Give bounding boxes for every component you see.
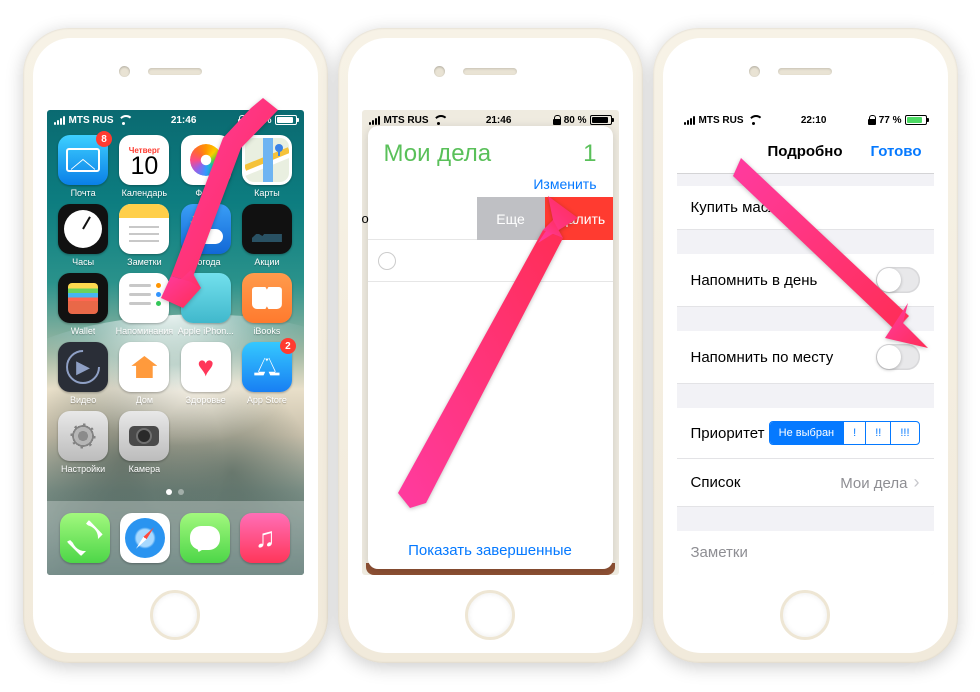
- orientation-lock-icon: [553, 115, 561, 125]
- done-button[interactable]: Готово: [870, 143, 921, 160]
- home-button[interactable]: [780, 590, 830, 640]
- app-settings[interactable]: Настройки: [55, 411, 112, 474]
- list-count: 1: [583, 140, 596, 168]
- battery-icon: [905, 115, 927, 125]
- status-time: 22:10: [801, 115, 827, 126]
- phone-1-homescreen: MTS RUS 21:46 80 % 8Почта Четверг10Кален…: [23, 28, 328, 663]
- screen-reminders: MTS RUS 21:46 80 % Мои дела 1 Изменить о…: [362, 110, 619, 575]
- home-button[interactable]: [465, 590, 515, 640]
- app-appstore[interactable]: 2App Store: [238, 342, 295, 405]
- battery-icon: [275, 115, 297, 125]
- status-bar: MTS RUS 21:46 80 %: [47, 110, 304, 130]
- remind-place-cell[interactable]: Напомнить по месту: [677, 331, 934, 384]
- app-calendar[interactable]: Четверг10Календарь: [116, 135, 173, 198]
- app-stocks[interactable]: Акции: [238, 204, 295, 267]
- chevron-right-icon: ›: [914, 472, 920, 492]
- status-time: 21:46: [171, 115, 197, 126]
- app-health[interactable]: Здоровье: [177, 342, 234, 405]
- reminder-row-empty[interactable]: [368, 240, 613, 282]
- app-notes[interactable]: Заметки: [116, 204, 173, 267]
- reminders-card: Мои дела 1 Изменить о Еще Удалить Показа…: [368, 126, 613, 569]
- priority-cell[interactable]: Приоритет Не выбран ! !! !!!: [677, 408, 934, 459]
- notes-cell[interactable]: Заметки: [677, 531, 934, 575]
- page-dots: [47, 489, 304, 495]
- remind-day-toggle[interactable]: [876, 267, 920, 293]
- show-completed-button[interactable]: Показать завершенные: [368, 542, 613, 559]
- app-camera[interactable]: Камера: [116, 411, 173, 474]
- nav-bar: Подробно Готово: [677, 130, 934, 174]
- app-ibooks[interactable]: iBooks: [238, 273, 295, 336]
- phone-3-detail: MTS RUS 22:10 77 % Подробно Готово Купит…: [653, 28, 958, 663]
- app-grid: 8Почта Четверг10Календарь Фото Карты Час…: [55, 135, 296, 474]
- swipe-delete-button[interactable]: Удалить: [545, 197, 613, 240]
- screen-detail: MTS RUS 22:10 77 % Подробно Готово Купит…: [677, 110, 934, 575]
- remind-place-toggle[interactable]: [876, 344, 920, 370]
- app-generic[interactable]: Apple iPhon...: [177, 273, 234, 336]
- dock-safari[interactable]: [120, 513, 170, 563]
- reminder-row-swiped[interactable]: о Еще Удалить: [368, 198, 613, 240]
- status-bar: MTS RUS 21:46 80 %: [362, 110, 619, 130]
- app-reminders[interactable]: Напоминания: [116, 273, 173, 336]
- nav-title: Подробно: [767, 143, 842, 160]
- priority-segmented[interactable]: Не выбран ! !! !!!: [769, 421, 920, 445]
- status-time: 21:46: [486, 115, 512, 126]
- wifi-icon: [118, 116, 130, 125]
- orientation-lock-icon: [238, 115, 246, 125]
- app-mail[interactable]: 8Почта: [55, 135, 112, 198]
- wifi-icon: [748, 116, 760, 125]
- dock: [47, 501, 304, 575]
- list-title: Мои дела: [384, 140, 492, 168]
- app-wallet[interactable]: Wallet: [55, 273, 112, 336]
- list-cell[interactable]: Список Мои дела›: [677, 459, 934, 507]
- app-photos[interactable]: Фото: [177, 135, 234, 198]
- wifi-icon: [433, 116, 445, 125]
- app-home[interactable]: Дом: [116, 342, 173, 405]
- dock-messages[interactable]: [180, 513, 230, 563]
- app-videos[interactable]: Видео: [55, 342, 112, 405]
- app-clock[interactable]: Часы: [55, 204, 112, 267]
- swipe-more-button[interactable]: Еще: [477, 197, 545, 240]
- battery-icon: [590, 115, 612, 125]
- reminder-title-cell[interactable]: Купить масло: [677, 186, 934, 230]
- remind-day-cell[interactable]: Напомнить в день: [677, 254, 934, 307]
- app-maps[interactable]: Карты: [238, 135, 295, 198]
- screen-home: MTS RUS 21:46 80 % 8Почта Четверг10Кален…: [47, 110, 304, 575]
- app-weather[interactable]: Погода: [177, 204, 234, 267]
- orientation-lock-icon: [868, 115, 876, 125]
- dock-music[interactable]: [240, 513, 290, 563]
- edit-button[interactable]: Изменить: [368, 176, 613, 198]
- status-bar: MTS RUS 22:10 77 %: [677, 110, 934, 130]
- home-button[interactable]: [150, 590, 200, 640]
- phone-2-reminders: MTS RUS 21:46 80 % Мои дела 1 Изменить о…: [338, 28, 643, 663]
- dock-phone[interactable]: [60, 513, 110, 563]
